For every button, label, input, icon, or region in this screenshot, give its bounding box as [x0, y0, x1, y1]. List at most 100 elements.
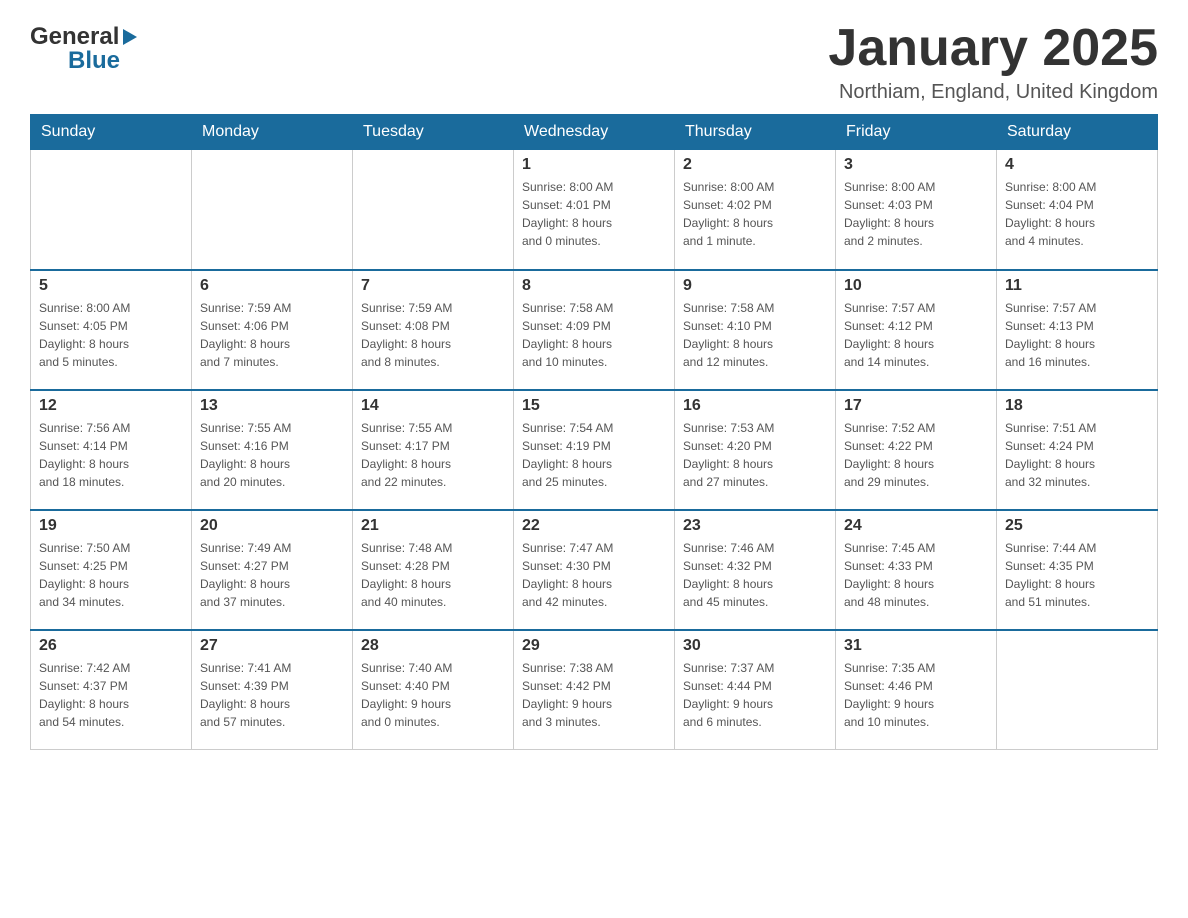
- calendar-header-friday: Friday: [836, 115, 997, 150]
- day-number: 22: [522, 517, 666, 535]
- calendar-cell: 11 Sunrise: 7:57 AM Sunset: 4:13 PM Dayli…: [997, 270, 1158, 390]
- calendar-cell: 17 Sunrise: 7:52 AM Sunset: 4:22 PM Dayli…: [836, 390, 997, 510]
- day-number: 2: [683, 156, 827, 174]
- calendar-header-thursday: Thursday: [675, 115, 836, 150]
- day-info: Sunrise: 7:58 AM Sunset: 4:10 PM Dayligh…: [683, 299, 827, 371]
- calendar-cell: 18 Sunrise: 7:51 AM Sunset: 4:24 PM Dayli…: [997, 390, 1158, 510]
- calendar-cell: 8 Sunrise: 7:58 AM Sunset: 4:09 PM Daylig…: [514, 270, 675, 390]
- day-info: Sunrise: 7:52 AM Sunset: 4:22 PM Dayligh…: [844, 419, 988, 491]
- calendar-cell: 4 Sunrise: 8:00 AM Sunset: 4:04 PM Daylig…: [997, 150, 1158, 270]
- day-info: Sunrise: 7:55 AM Sunset: 4:16 PM Dayligh…: [200, 419, 344, 491]
- day-info: Sunrise: 7:54 AM Sunset: 4:19 PM Dayligh…: [522, 419, 666, 491]
- calendar-cell: 31 Sunrise: 7:35 AM Sunset: 4:46 PM Dayli…: [836, 630, 997, 750]
- logo-text-general: General: [30, 25, 119, 49]
- day-info: Sunrise: 8:00 AM Sunset: 4:04 PM Dayligh…: [1005, 178, 1149, 250]
- calendar-header-monday: Monday: [192, 115, 353, 150]
- day-number: 20: [200, 517, 344, 535]
- calendar-week-1: 1 Sunrise: 8:00 AM Sunset: 4:01 PM Daylig…: [31, 150, 1158, 270]
- day-number: 17: [844, 397, 988, 415]
- day-number: 11: [1005, 277, 1149, 295]
- day-number: 1: [522, 156, 666, 174]
- calendar-cell: [31, 150, 192, 270]
- calendar-cell: 30 Sunrise: 7:37 AM Sunset: 4:44 PM Dayli…: [675, 630, 836, 750]
- calendar-cell: 6 Sunrise: 7:59 AM Sunset: 4:06 PM Daylig…: [192, 270, 353, 390]
- calendar-week-2: 5 Sunrise: 8:00 AM Sunset: 4:05 PM Daylig…: [31, 270, 1158, 390]
- calendar-cell: 13 Sunrise: 7:55 AM Sunset: 4:16 PM Dayli…: [192, 390, 353, 510]
- calendar-cell: 3Sunrise: 8:00 AM Sunset: 4:03 PM Daylig…: [836, 150, 997, 270]
- title-section: January 2025 Northiam, England, United K…: [828, 20, 1158, 104]
- day-number: 5: [39, 277, 183, 295]
- day-info: Sunrise: 8:00 AM Sunset: 4:03 PM Dayligh…: [844, 178, 988, 250]
- day-info: Sunrise: 7:35 AM Sunset: 4:46 PM Dayligh…: [844, 659, 988, 731]
- day-number: 25: [1005, 517, 1149, 535]
- day-info: Sunrise: 7:49 AM Sunset: 4:27 PM Dayligh…: [200, 539, 344, 611]
- calendar-cell: [192, 150, 353, 270]
- calendar-cell: 26 Sunrise: 7:42 AM Sunset: 4:37 PM Dayli…: [31, 630, 192, 750]
- day-info: Sunrise: 7:40 AM Sunset: 4:40 PM Dayligh…: [361, 659, 505, 731]
- calendar-cell: 9 Sunrise: 7:58 AM Sunset: 4:10 PM Daylig…: [675, 270, 836, 390]
- calendar-cell: 1 Sunrise: 8:00 AM Sunset: 4:01 PM Daylig…: [514, 150, 675, 270]
- calendar-table: SundayMondayTuesdayWednesdayThursdayFrid…: [30, 114, 1158, 750]
- day-info: Sunrise: 7:56 AM Sunset: 4:14 PM Dayligh…: [39, 419, 183, 491]
- day-number: 23: [683, 517, 827, 535]
- day-number: 31: [844, 637, 988, 655]
- calendar-cell: 22Sunrise: 7:47 AM Sunset: 4:30 PM Dayli…: [514, 510, 675, 630]
- day-info: Sunrise: 8:00 AM Sunset: 4:05 PM Dayligh…: [39, 299, 183, 371]
- day-number: 13: [200, 397, 344, 415]
- day-info: Sunrise: 7:42 AM Sunset: 4:37 PM Dayligh…: [39, 659, 183, 731]
- day-number: 14: [361, 397, 505, 415]
- calendar-week-3: 12Sunrise: 7:56 AM Sunset: 4:14 PM Dayli…: [31, 390, 1158, 510]
- calendar-cell: 5 Sunrise: 8:00 AM Sunset: 4:05 PM Daylig…: [31, 270, 192, 390]
- page-header: General Blue January 2025 Northiam, Engl…: [30, 20, 1158, 104]
- day-info: Sunrise: 7:50 AM Sunset: 4:25 PM Dayligh…: [39, 539, 183, 611]
- calendar-cell: 2 Sunrise: 8:00 AM Sunset: 4:02 PM Daylig…: [675, 150, 836, 270]
- calendar-header-sunday: Sunday: [31, 115, 192, 150]
- logo-text-blue: Blue: [68, 47, 120, 74]
- day-info: Sunrise: 7:37 AM Sunset: 4:44 PM Dayligh…: [683, 659, 827, 731]
- day-info: Sunrise: 7:57 AM Sunset: 4:12 PM Dayligh…: [844, 299, 988, 371]
- day-number: 28: [361, 637, 505, 655]
- day-info: Sunrise: 8:00 AM Sunset: 4:02 PM Dayligh…: [683, 178, 827, 250]
- calendar-week-4: 19 Sunrise: 7:50 AM Sunset: 4:25 PM Dayli…: [31, 510, 1158, 630]
- calendar-cell: 24Sunrise: 7:45 AM Sunset: 4:33 PM Dayli…: [836, 510, 997, 630]
- calendar-cell: 23 Sunrise: 7:46 AM Sunset: 4:32 PM Dayli…: [675, 510, 836, 630]
- day-info: Sunrise: 7:41 AM Sunset: 4:39 PM Dayligh…: [200, 659, 344, 731]
- logo-triangle-icon: [119, 27, 139, 47]
- day-number: 16: [683, 397, 827, 415]
- calendar-cell: 20 Sunrise: 7:49 AM Sunset: 4:27 PM Dayli…: [192, 510, 353, 630]
- calendar-cell: 25 Sunrise: 7:44 AM Sunset: 4:35 PM Dayli…: [997, 510, 1158, 630]
- day-info: Sunrise: 7:51 AM Sunset: 4:24 PM Dayligh…: [1005, 419, 1149, 491]
- calendar-header-row: SundayMondayTuesdayWednesdayThursdayFrid…: [31, 115, 1158, 150]
- day-number: 30: [683, 637, 827, 655]
- day-info: Sunrise: 7:38 AM Sunset: 4:42 PM Dayligh…: [522, 659, 666, 731]
- day-info: Sunrise: 8:00 AM Sunset: 4:01 PM Dayligh…: [522, 178, 666, 250]
- calendar-cell: 14 Sunrise: 7:55 AM Sunset: 4:17 PM Dayli…: [353, 390, 514, 510]
- day-number: 9: [683, 277, 827, 295]
- day-number: 6: [200, 277, 344, 295]
- day-number: 19: [39, 517, 183, 535]
- calendar-cell: [353, 150, 514, 270]
- calendar-cell: 29Sunrise: 7:38 AM Sunset: 4:42 PM Dayli…: [514, 630, 675, 750]
- day-info: Sunrise: 7:59 AM Sunset: 4:06 PM Dayligh…: [200, 299, 344, 371]
- day-number: 4: [1005, 156, 1149, 174]
- calendar-cell: [997, 630, 1158, 750]
- logo: General Blue: [30, 20, 139, 75]
- day-number: 8: [522, 277, 666, 295]
- day-info: Sunrise: 7:59 AM Sunset: 4:08 PM Dayligh…: [361, 299, 505, 371]
- day-number: 18: [1005, 397, 1149, 415]
- calendar-cell: 10Sunrise: 7:57 AM Sunset: 4:12 PM Dayli…: [836, 270, 997, 390]
- day-info: Sunrise: 7:44 AM Sunset: 4:35 PM Dayligh…: [1005, 539, 1149, 611]
- day-number: 7: [361, 277, 505, 295]
- day-info: Sunrise: 7:48 AM Sunset: 4:28 PM Dayligh…: [361, 539, 505, 611]
- day-info: Sunrise: 7:46 AM Sunset: 4:32 PM Dayligh…: [683, 539, 827, 611]
- day-info: Sunrise: 7:45 AM Sunset: 4:33 PM Dayligh…: [844, 539, 988, 611]
- day-number: 26: [39, 637, 183, 655]
- day-info: Sunrise: 7:55 AM Sunset: 4:17 PM Dayligh…: [361, 419, 505, 491]
- day-info: Sunrise: 7:57 AM Sunset: 4:13 PM Dayligh…: [1005, 299, 1149, 371]
- month-title: January 2025: [828, 20, 1158, 77]
- day-number: 21: [361, 517, 505, 535]
- day-number: 15: [522, 397, 666, 415]
- day-info: Sunrise: 7:58 AM Sunset: 4:09 PM Dayligh…: [522, 299, 666, 371]
- calendar-cell: 28 Sunrise: 7:40 AM Sunset: 4:40 PM Dayli…: [353, 630, 514, 750]
- day-number: 27: [200, 637, 344, 655]
